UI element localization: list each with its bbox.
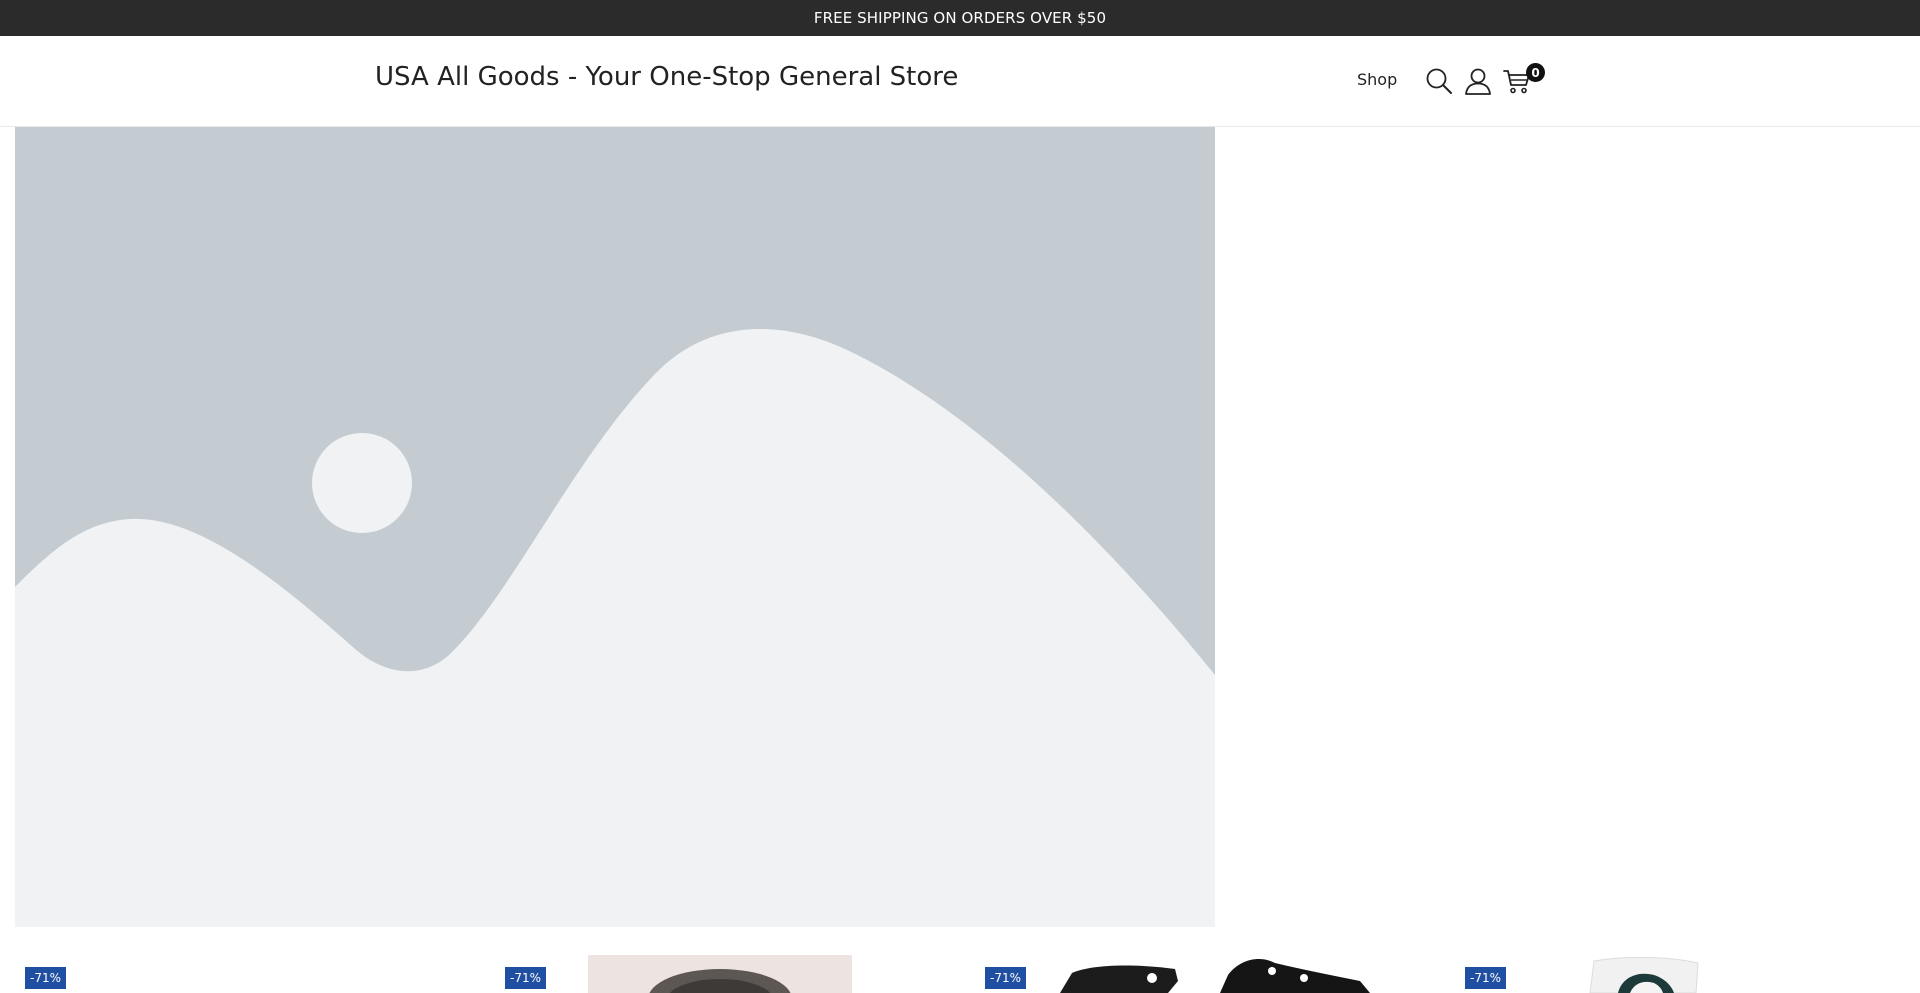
product-card[interactable]: -71% bbox=[1455, 955, 1895, 993]
site-header: USA All Goods - Your One-Stop General St… bbox=[0, 36, 1920, 127]
search-icon[interactable] bbox=[1424, 66, 1454, 96]
announcement-bar: FREE SHIPPING ON ORDERS OVER $50 bbox=[0, 0, 1920, 36]
discount-badge: -71% bbox=[1465, 967, 1507, 989]
discount-badge: -71% bbox=[505, 967, 547, 989]
product-card[interactable]: -71% bbox=[15, 955, 455, 993]
site-title-link[interactable]: USA All Goods - Your One-Stop General St… bbox=[375, 62, 958, 92]
hero-placeholder-image bbox=[15, 127, 1215, 927]
user-icon[interactable] bbox=[1463, 66, 1493, 96]
product-card[interactable]: -71% bbox=[975, 955, 1415, 993]
product-image[interactable] bbox=[1570, 955, 1710, 993]
product-card[interactable]: -71% bbox=[495, 955, 935, 993]
announcement-text: FREE SHIPPING ON ORDERS OVER $50 bbox=[813, 9, 1107, 27]
product-image[interactable] bbox=[588, 955, 852, 993]
nav-shop-link[interactable]: Shop bbox=[1357, 70, 1397, 89]
cart-count-badge: 0 bbox=[1526, 63, 1545, 82]
discount-badge: -71% bbox=[985, 967, 1027, 989]
product-image[interactable] bbox=[1060, 955, 1390, 993]
discount-badge: -71% bbox=[25, 967, 67, 989]
